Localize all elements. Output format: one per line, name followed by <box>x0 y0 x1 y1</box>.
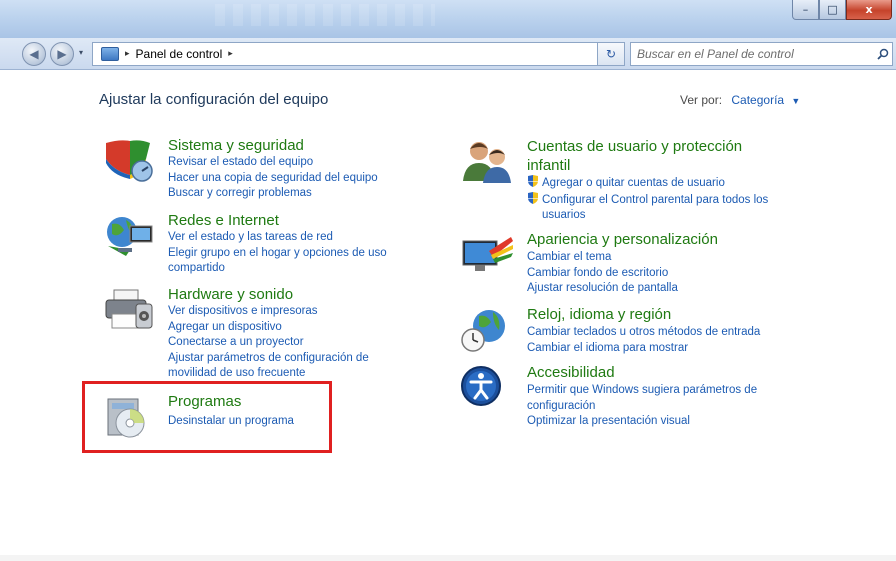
users-icon <box>463 142 511 183</box>
refresh-button[interactable]: ↻ <box>597 42 625 66</box>
link-windows-suggest-settings[interactable]: Permitir que Windows sugiera parámetros … <box>527 383 757 399</box>
control-panel-content: Ajustar la configuración del equipo Ver … <box>0 71 896 561</box>
link-mobility-settings[interactable]: Ajustar parámetros de configuración de <box>168 351 369 367</box>
accessibility-icon <box>461 366 501 406</box>
category-title-accessibility[interactable]: Accesibilidad <box>527 364 615 381</box>
links-clock-language-region: Cambiar teclados u otros métodos de entr… <box>527 325 760 356</box>
minimize-button[interactable]: – <box>792 0 819 20</box>
chevron-down-icon[interactable]: ▼ <box>791 96 800 106</box>
page-title: Ajustar la configuración del equipo <box>99 91 329 108</box>
view-by-dropdown[interactable]: Categoría <box>731 93 784 107</box>
category-title-user-accounts-line2[interactable]: infantil <box>527 157 570 174</box>
maximize-button[interactable]: □ <box>819 0 846 20</box>
link-parental-controls[interactable]: Configurar el Control parental para todo… <box>527 191 768 209</box>
link-homegroup-options[interactable]: Elegir grupo en el hogar y opciones de u… <box>168 246 387 262</box>
uac-shield-icon <box>528 191 538 204</box>
link-add-remove-accounts-text[interactable]: Agregar o quitar cuentas de usuario <box>542 177 725 189</box>
link-change-display-language[interactable]: Cambiar el idioma para mostrar <box>527 341 760 357</box>
category-title-network-internet[interactable]: Redes e Internet <box>168 212 279 229</box>
category-system-security: Sistema y seguridad Revisar el estado de… <box>100 137 440 207</box>
shield-icon <box>106 140 153 182</box>
links-accessibility: Permitir que Windows sugiera parámetros … <box>527 383 757 430</box>
status-strip <box>0 555 896 561</box>
address-bar[interactable]: ▸ Panel de control ▸ ▾ <box>92 42 622 66</box>
navigation-bar: ◀ ▶ ▾ ▸ Panel de control ▸ ▾ ↻ <box>0 38 896 70</box>
forward-arrow-icon: ▶ <box>57 47 67 61</box>
link-connect-projector[interactable]: Conectarse a un proyector <box>168 335 369 351</box>
link-review-computer-status[interactable]: Revisar el estado del equipo <box>168 155 378 171</box>
recent-pages-dropdown[interactable]: ▾ <box>79 48 83 57</box>
category-clock-language-region: Reloj, idioma y región Cambiar teclados … <box>459 306 879 366</box>
refresh-icon: ↻ <box>605 47 617 61</box>
control-panel-icon <box>101 47 119 61</box>
titlebar-decoration <box>215 4 435 26</box>
breadcrumb-separator[interactable]: ▸ <box>125 49 130 59</box>
globe-clock-icon <box>461 310 505 352</box>
appearance-icon <box>462 237 513 271</box>
window-titlebar[interactable]: – □ x <box>0 0 896 38</box>
link-network-status[interactable]: Ver el estado y las tareas de red <box>168 230 387 246</box>
category-title-user-accounts[interactable]: Cuentas de usuario y protección infantil <box>527 137 742 175</box>
link-homegroup-options-cont[interactable]: compartido <box>168 261 387 277</box>
links-hardware-sound: Ver dispositivos e impresoras Agregar un… <box>168 304 369 382</box>
close-button[interactable]: x <box>846 0 892 20</box>
link-mobility-settings-cont[interactable]: movilidad de uso frecuente <box>168 366 369 382</box>
view-by: Ver por: Categoría ▼ <box>680 93 800 107</box>
link-backup-computer[interactable]: Hacer una copia de seguridad del equipo <box>168 171 378 187</box>
link-change-theme[interactable]: Cambiar el tema <box>527 250 678 266</box>
category-accessibility: Accesibilidad Permitir que Windows sugie… <box>459 364 879 434</box>
link-optimize-visual-display[interactable]: Optimizar la presentación visual <box>527 414 757 430</box>
search-input[interactable] <box>631 44 874 64</box>
category-hardware-sound: Hardware y sonido Ver dispositivos e imp… <box>100 286 440 379</box>
category-title-appearance[interactable]: Apariencia y personalización <box>527 231 718 248</box>
link-adjust-resolution[interactable]: Ajustar resolución de pantalla <box>527 281 678 297</box>
links-network-internet: Ver el estado y las tareas de red Elegir… <box>168 230 387 277</box>
link-change-keyboards[interactable]: Cambiar teclados u otros métodos de entr… <box>527 325 760 341</box>
category-title-system-security[interactable]: Sistema y seguridad <box>168 137 304 154</box>
search-icon[interactable] <box>874 45 892 63</box>
breadcrumb-separator-trailing[interactable]: ▸ <box>228 49 233 59</box>
window-controls: – □ x <box>792 0 892 20</box>
link-windows-suggest-settings-cont[interactable]: configuración <box>527 399 757 415</box>
network-icon <box>107 217 153 256</box>
category-network-internet: Redes e Internet Ver el estado y las tar… <box>100 212 440 282</box>
category-title-clock-language-region[interactable]: Reloj, idioma y región <box>527 306 671 323</box>
link-add-device[interactable]: Agregar un dispositivo <box>168 320 369 336</box>
links-system-security: Revisar el estado del equipo Hacer una c… <box>168 155 378 202</box>
links-user-accounts: Agregar o quitar cuentas de usuario Conf… <box>527 175 768 224</box>
back-arrow-icon: ◀ <box>29 47 39 61</box>
view-by-label: Ver por: <box>680 93 723 107</box>
uac-shield-icon <box>528 175 538 187</box>
link-change-background[interactable]: Cambiar fondo de escritorio <box>527 266 678 282</box>
category-title-user-accounts-line1[interactable]: Cuentas de usuario y protección <box>527 138 742 155</box>
category-title-hardware-sound[interactable]: Hardware y sonido <box>168 286 293 303</box>
link-parental-controls-cont[interactable]: usuarios <box>527 208 768 224</box>
link-parental-controls-text[interactable]: Configurar el Control parental para todo… <box>542 194 768 206</box>
highlight-box-programs <box>82 381 332 453</box>
forward-button[interactable]: ▶ <box>50 42 74 66</box>
back-button[interactable]: ◀ <box>22 42 46 66</box>
search-box <box>630 42 893 66</box>
links-appearance: Cambiar el tema Cambiar fondo de escrito… <box>527 250 678 297</box>
breadcrumb-control-panel[interactable]: Panel de control <box>136 47 223 61</box>
printer-icon <box>105 289 153 329</box>
link-add-remove-accounts[interactable]: Agregar o quitar cuentas de usuario <box>527 175 768 192</box>
category-appearance: Apariencia y personalización Cambiar el … <box>459 231 879 301</box>
category-user-accounts: Cuentas de usuario y protección infantil… <box>459 137 879 227</box>
link-find-fix-problems[interactable]: Buscar y corregir problemas <box>168 186 378 202</box>
link-devices-printers[interactable]: Ver dispositivos e impresoras <box>168 304 369 320</box>
